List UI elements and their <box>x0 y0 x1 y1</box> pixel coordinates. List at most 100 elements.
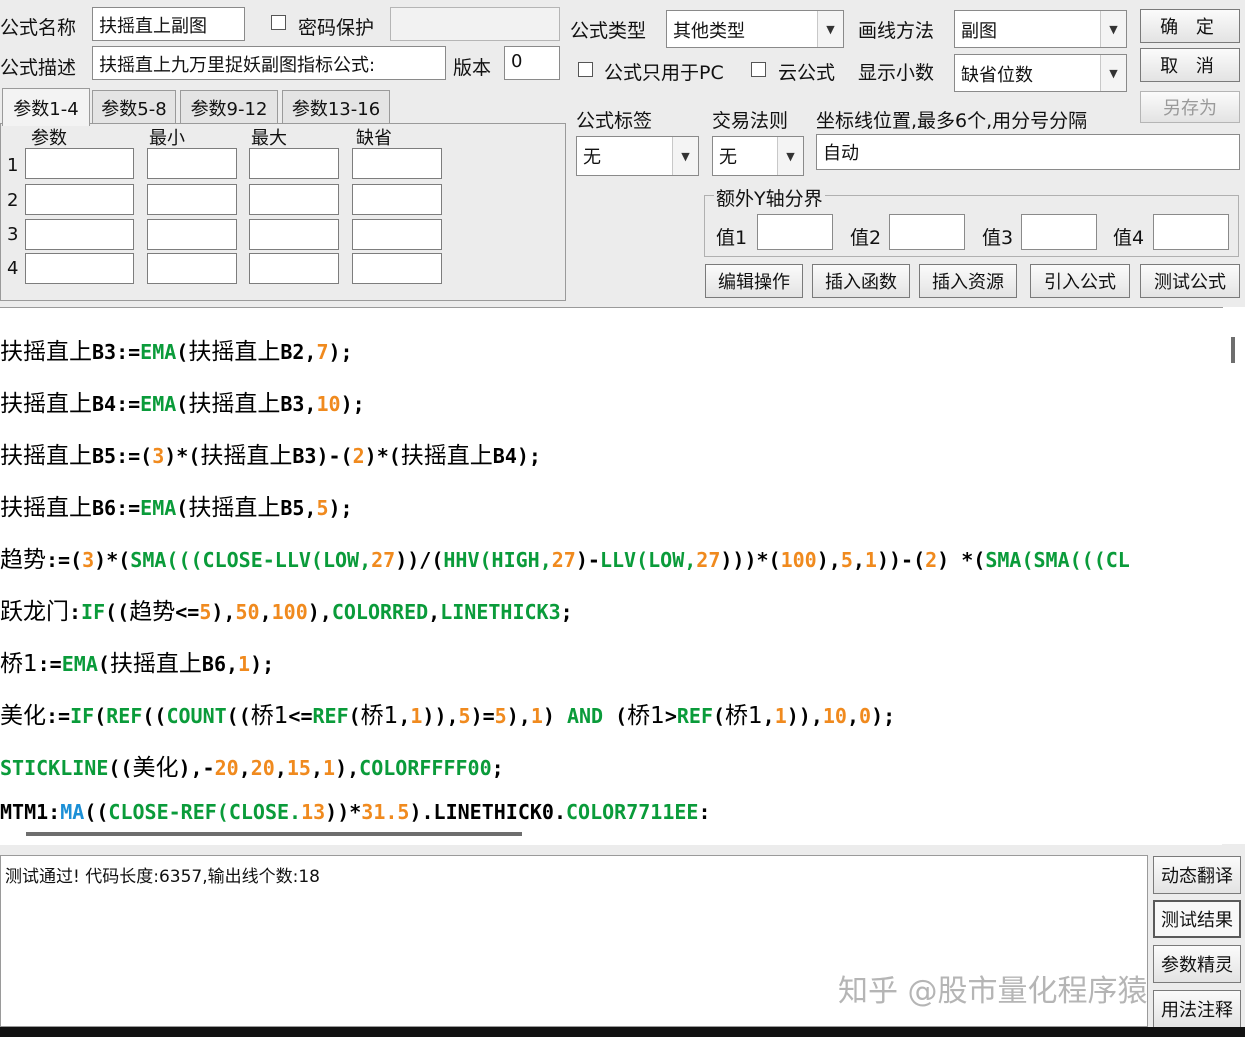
code-line: STICKLINE((美化),-20,20,15,1),COLORFFFF00; <box>0 755 504 781</box>
param-default-input[interactable] <box>352 253 442 284</box>
formula-tag-value: 无 <box>583 147 601 168</box>
formula-tag-label: 公式标签 <box>576 110 653 132</box>
edit-operation-button[interactable]: 编辑操作 <box>705 264 803 298</box>
param-min-input[interactable] <box>147 253 237 284</box>
code-line: 扶摇直上B6:=EMA(扶摇直上B5,5); <box>0 495 353 521</box>
formula-type-select[interactable]: 其他类型 ▼ <box>666 10 844 48</box>
chevron-down-icon: ▼ <box>1100 55 1126 91</box>
draw-method-value: 副图 <box>961 21 997 42</box>
axis-position-label: 坐标线位置,最多6个,用分号分隔 <box>816 110 1088 132</box>
tab-params-9-12[interactable]: 参数9-12 <box>180 90 278 124</box>
param-wizard-button[interactable]: 参数精灵 <box>1153 945 1241 983</box>
param-default-input[interactable] <box>352 148 442 179</box>
editor-vertical-scrollbar[interactable] <box>1223 307 1245 822</box>
param-default-input[interactable] <box>352 219 442 250</box>
param-col-default: 缺省 <box>356 128 392 149</box>
code-line: 跃龙门:IF((趋势<=5),50,100),COLORRED,LINETHIC… <box>0 599 573 625</box>
code-line: 桥1:=EMA(扶摇直上B6,1); <box>0 651 275 677</box>
param-max-input[interactable] <box>249 219 339 250</box>
password-checkbox[interactable] <box>271 15 286 30</box>
tab-params-13-16[interactable]: 参数13-16 <box>282 90 390 124</box>
code-line: 美化:=IF(REF((COUNT((桥1<=REF(桥1,1)),5)=5),… <box>0 703 896 729</box>
param-name-input[interactable] <box>25 219 134 250</box>
y-value3-input[interactable] <box>1021 214 1097 250</box>
formula-tag-select[interactable]: 无 ▼ <box>576 136 699 176</box>
chevron-down-icon: ▼ <box>817 11 843 47</box>
cancel-button[interactable]: 取 消 <box>1140 48 1240 82</box>
y-value1-input[interactable] <box>757 214 833 250</box>
param-col-name: 参数 <box>31 128 67 149</box>
trade-rule-value: 无 <box>719 147 737 168</box>
param-col-max: 最大 <box>251 128 287 149</box>
test-result-button[interactable]: 测试结果 <box>1153 900 1241 938</box>
test-formula-button[interactable]: 测试公式 <box>1140 264 1240 298</box>
param-default-input[interactable] <box>352 184 442 215</box>
params-panel: 参数 最小 最大 缺省 1 2 3 4 <box>0 123 566 301</box>
tab-params-1-4[interactable]: 参数1-4 <box>2 88 90 126</box>
formula-type-value: 其他类型 <box>673 21 745 42</box>
password-label: 密码保护 <box>298 17 375 39</box>
usage-notes-button[interactable]: 用法注释 <box>1153 990 1241 1028</box>
decimal-value: 缺省位数 <box>961 65 1033 86</box>
scroll-thumb[interactable] <box>26 832 522 836</box>
save-as-button[interactable]: 另存为 <box>1140 91 1240 123</box>
dynamic-translate-button[interactable]: 动态翻译 <box>1153 856 1241 894</box>
formula-name-input[interactable]: 扶摇直上副图 <box>92 7 245 41</box>
formula-type-label: 公式类型 <box>570 20 647 42</box>
code-editor[interactable]: 扶摇直上B3:=EMA(扶摇直上B2,7); 扶摇直上B4:=EMA(扶摇直上B… <box>0 307 1245 844</box>
insert-resource-button[interactable]: 插入资源 <box>919 264 1017 298</box>
password-input[interactable] <box>390 7 560 41</box>
scroll-thumb[interactable] <box>1231 337 1235 363</box>
cloud-formula-checkbox[interactable] <box>751 62 766 77</box>
decimal-select[interactable]: 缺省位数 ▼ <box>954 54 1127 92</box>
ok-button[interactable]: 确 定 <box>1140 9 1240 43</box>
param-name-input[interactable] <box>25 253 134 284</box>
y-value3-label: 值3 <box>982 227 1014 249</box>
param-row-number: 2 <box>7 190 19 211</box>
param-min-input[interactable] <box>147 219 237 250</box>
version-label: 版本 <box>453 57 492 79</box>
watermark: 知乎 @股市量化程序猿 <box>838 974 1148 1009</box>
chevron-down-icon: ▼ <box>672 137 698 175</box>
decimal-label: 显示小数 <box>858 62 935 84</box>
y-value1-label: 值1 <box>716 227 748 249</box>
formula-desc-input[interactable]: 扶摇直上九万里捉妖副图指标公式: <box>92 46 446 80</box>
param-min-input[interactable] <box>147 184 237 215</box>
param-col-min: 最小 <box>149 128 185 149</box>
tab-params-5-8[interactable]: 参数5-8 <box>92 90 176 124</box>
y-value4-input[interactable] <box>1153 214 1229 250</box>
axis-position-input[interactable]: 自动 <box>816 134 1240 170</box>
param-row-number: 3 <box>7 224 19 245</box>
y-value2-input[interactable] <box>889 214 965 250</box>
insert-function-button[interactable]: 插入函数 <box>812 264 910 298</box>
formula-name-label: 公式名称 <box>0 17 77 39</box>
trade-rule-select[interactable]: 无 ▼ <box>712 136 804 176</box>
code-line: 扶摇直上B4:=EMA(扶摇直上B3,10); <box>0 391 365 417</box>
param-name-input[interactable] <box>25 184 134 215</box>
formula-desc-label: 公式描述 <box>0 57 77 79</box>
version-input[interactable]: 0 <box>504 46 560 80</box>
chevron-down-icon: ▼ <box>777 137 803 175</box>
y-value4-label: 值4 <box>1113 227 1145 249</box>
chevron-down-icon: ▼ <box>1100 11 1126 47</box>
editor-horizontal-scrollbar[interactable] <box>0 823 1222 845</box>
extra-y-axis-title: 额外Y轴分界 <box>714 184 825 211</box>
test-result-message: 测试通过! 代码长度:6357,输出线个数:18 <box>5 867 320 887</box>
code-line: 扶摇直上B5:=(3)*(扶摇直上B3)-(2)*(扶摇直上B4); <box>0 443 541 469</box>
code-line: 扶摇直上B3:=EMA(扶摇直上B2,7); <box>0 339 353 365</box>
bottom-strip <box>0 1027 1245 1037</box>
y-value2-label: 值2 <box>850 227 882 249</box>
param-name-input[interactable] <box>25 148 134 179</box>
param-row-number: 4 <box>7 258 19 279</box>
import-formula-button[interactable]: 引入公式 <box>1030 264 1130 298</box>
param-min-input[interactable] <box>147 148 237 179</box>
code-line: 趋势:=(3)*(SMA(((CLOSE-LLV(LOW,27))/(HHV(H… <box>0 547 1130 573</box>
param-max-input[interactable] <box>249 148 339 179</box>
param-row-number: 1 <box>7 155 19 176</box>
param-max-input[interactable] <box>249 184 339 215</box>
draw-method-select[interactable]: 副图 ▼ <box>954 10 1127 48</box>
draw-method-label: 画线方法 <box>858 20 935 42</box>
param-max-input[interactable] <box>249 253 339 284</box>
pc-only-checkbox[interactable] <box>578 62 593 77</box>
cloud-formula-label: 云公式 <box>778 62 836 84</box>
